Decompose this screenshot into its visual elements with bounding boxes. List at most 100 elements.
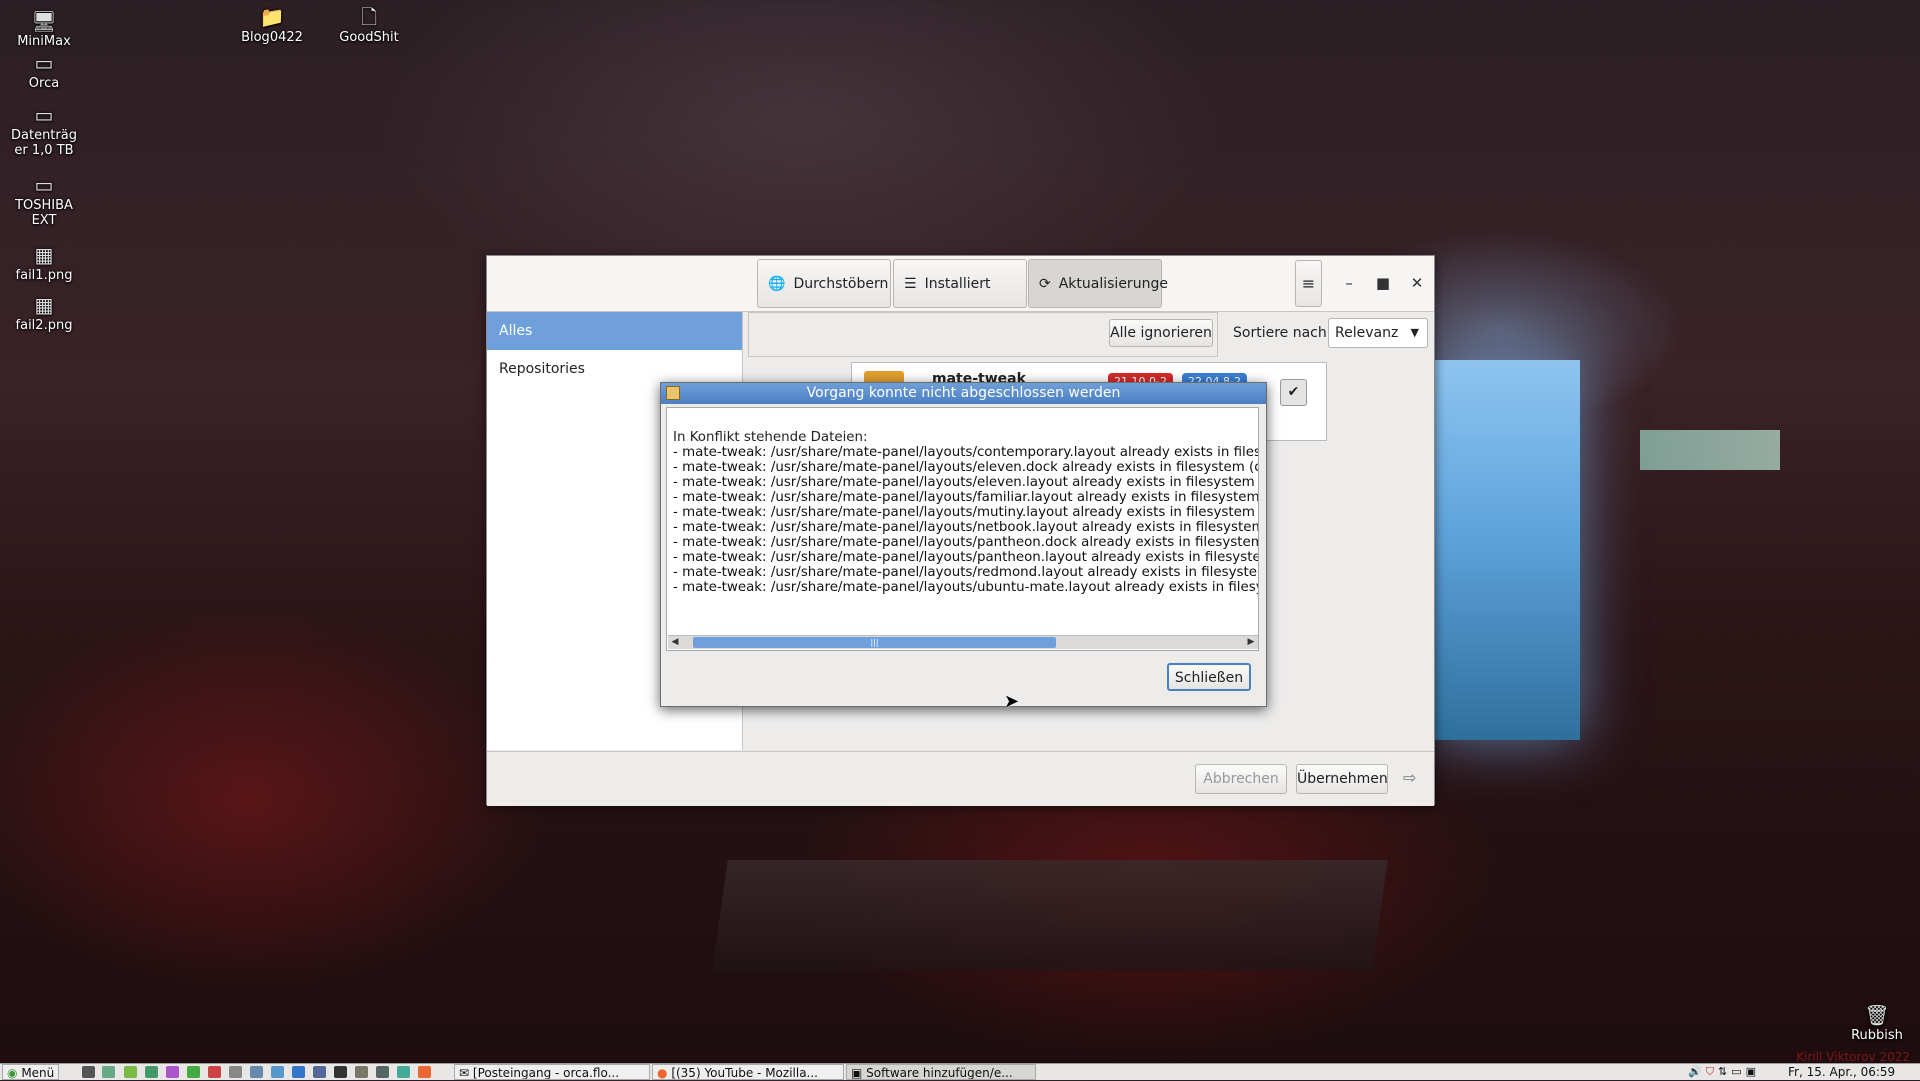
updates-toolbar: Alle ignorieren [748,312,1218,357]
browser-launcher-icon[interactable] [292,1066,305,1078]
editor-launcher-icon[interactable] [166,1066,179,1078]
desktop-icon-blog0422[interactable]: 📁 Blog0422 [236,6,308,45]
task-label: Software hinzufügen/e... [866,1066,1013,1080]
display-icon[interactable]: ▣ [1746,1065,1760,1078]
dialog-title: Vorgang konnte nicht abgeschlossen werde… [806,385,1121,401]
scrollbar-thumb[interactable]: ||| [693,637,1056,648]
desktop-icon-datentraeger[interactable]: ▭ Datenträg er 1,0 TB [4,104,84,158]
wallpaper-credit: Kirill Viktorov 2022 [1796,1050,1910,1064]
dialog-titlebar[interactable]: Vorgang konnte nicht abgeschlossen werde… [661,383,1266,404]
sort-dropdown[interactable]: Relevanz ▼ [1328,318,1428,348]
sidebar-item-alles[interactable]: Alles [487,312,742,350]
desktop-icon-label: GoodShit [339,30,399,45]
apply-button[interactable]: Übernehmen [1296,764,1388,794]
taskbar-task-mail[interactable]: ✉ [Posteingang - orca.flo... [454,1064,650,1080]
desktop-icon-label: TOSHIBA EXT [15,198,73,228]
tab-installiert[interactable]: ☰ Installiert [893,259,1027,308]
conflict-line: - mate-tweak: /usr/share/mate-panel/layo… [673,580,1258,595]
ignore-all-button[interactable]: Alle ignorieren [1109,319,1213,347]
tools-launcher-icon[interactable] [229,1066,242,1078]
calculator-launcher-icon[interactable] [145,1066,158,1078]
horizontal-scrollbar[interactable]: ◀ ||| ▶ [668,635,1258,649]
scroll-left-arrow-icon[interactable]: ◀ [668,636,682,649]
firefox-launcher-icon[interactable] [418,1066,431,1078]
pin-launcher-icon[interactable] [208,1066,221,1078]
refresh-icon: ⟳ [1039,275,1051,292]
terminal-launcher-icon[interactable] [82,1066,95,1078]
globe-icon: 🌐 [768,275,786,292]
conflict-line: - mate-tweak: /usr/share/mate-panel/layo… [673,490,1258,505]
minimize-button[interactable]: – [1338,272,1360,294]
folder-icon: 📁 [259,5,285,29]
desktop-icon-toshiba[interactable]: ▭ TOSHIBA EXT [8,174,80,228]
checkbox-launcher-icon[interactable] [187,1066,200,1078]
tab-durchstoebern[interactable]: 🌐 Durchstöbern [757,259,891,308]
list-icon: ☰ [904,275,917,292]
desktop-icon-label: Blog0422 [241,30,303,45]
mouse-cursor-icon: ➤ [1004,691,1020,712]
trash-icon: 🗑 [1864,1003,1890,1027]
arrow-right-icon[interactable]: ⇨ [1403,768,1416,787]
background-glow-panel [1640,430,1780,470]
window-header: 🌐 Durchstöbern ☰ Installiert ⟳ Aktualisi… [487,256,1434,312]
taskbar-task-software[interactable]: ▣ Software hinzufügen/e... [846,1064,1036,1080]
desktop-icon-label: Datenträg er 1,0 TB [11,128,77,158]
desktop-icon-label: fail2.png [15,318,73,333]
conflict-line: - mate-tweak: /usr/share/mate-panel/layo… [673,445,1258,460]
desktop-icon-label: Orca [28,76,60,91]
media-launcher-icon[interactable] [334,1066,347,1078]
docs-launcher-icon[interactable] [250,1066,263,1078]
taskbar-task-youtube[interactable]: ● [(35) YouTube - Mozilla... [652,1064,844,1080]
network-icon[interactable]: ⇅ [1718,1065,1731,1078]
image-file-icon: ▦ [34,243,54,267]
tab-label: Installiert [924,275,991,292]
desktop-icon-minimax[interactable]: 🖥 MiniMax [8,10,80,49]
conflict-lines: - mate-tweak: /usr/share/mate-panel/layo… [673,445,1258,595]
background-lit-window [1430,360,1580,740]
battery-icon[interactable]: ▭ [1731,1065,1745,1078]
close-window-button[interactable]: ✕ [1406,272,1428,294]
mate-logo-icon: ◉ [7,1066,18,1080]
app-launcher-icon[interactable] [124,1066,137,1078]
computer-icon: 🖥 [31,9,57,33]
scroll-right-arrow-icon[interactable]: ▶ [1244,636,1258,649]
hamburger-menu-button[interactable]: ≡ [1295,260,1322,307]
conflict-line: - mate-tweak: /usr/share/mate-panel/layo… [673,505,1258,520]
close-button[interactable]: Schließen [1167,663,1251,691]
screenshot-launcher-icon[interactable] [271,1066,284,1078]
tab-label: Durchstöbern [793,275,889,292]
desktop-icon-fail1[interactable]: ▦ fail1.png [8,244,80,283]
volume-icon[interactable]: 🔊 [1688,1065,1706,1078]
desktop-icon-orca[interactable]: ▭ Orca [8,52,80,91]
check-icon: ✔ [1287,384,1300,400]
package-select-checkbox[interactable]: ✔ [1280,379,1307,406]
conflict-text-area[interactable]: In Konflikt stehende Dateien: - mate-twe… [666,407,1259,651]
desktop-icon-fail2[interactable]: ▦ fail2.png [8,294,80,333]
desktop-icon-rubbish[interactable]: 🗑 Rubbish [1841,1004,1913,1043]
chevron-down-icon: ▼ [1410,326,1419,339]
game-launcher-icon[interactable] [355,1066,368,1078]
cancel-button[interactable]: Abbrechen [1195,764,1287,794]
file-icon: 🗋 [360,5,378,29]
clock[interactable]: Fr, 15. Apr., 06:59 [1788,1064,1895,1080]
chat-launcher-icon[interactable] [397,1066,410,1078]
taskbar: ◉ Menü ✉ [Posteingang - orca.flo... ● [(… [0,1063,1920,1080]
tab-aktualisierungen[interactable]: ⟳ Aktualisierunge [1028,259,1168,308]
printer-launcher-icon[interactable] [376,1066,389,1078]
network-launcher-icon[interactable] [313,1066,326,1078]
sort-value: Relevanz [1335,325,1399,341]
system-tray: 🔊⛉⇅▭▣ [1688,1064,1760,1080]
image-file-icon: ▦ [34,293,54,317]
desktop-icon-goodshit[interactable]: 🗋 GoodShit [333,6,405,45]
drive-icon: ▭ [34,173,54,197]
files-launcher-icon[interactable] [102,1066,115,1078]
start-menu-button[interactable]: ◉ Menü [2,1064,60,1080]
shield-icon[interactable]: ⛉ [1706,1065,1718,1078]
conflict-line: - mate-tweak: /usr/share/mate-panel/layo… [673,565,1258,580]
conflict-line: - mate-tweak: /usr/share/mate-panel/layo… [673,520,1258,535]
error-dialog: Vorgang konnte nicht abgeschlossen werde… [660,382,1267,707]
maximize-button[interactable]: ■ [1372,272,1394,294]
drive-icon: ▭ [34,103,54,127]
desktop-icon-label: fail1.png [15,268,73,283]
task-label: [Posteingang - orca.flo... [472,1066,620,1080]
